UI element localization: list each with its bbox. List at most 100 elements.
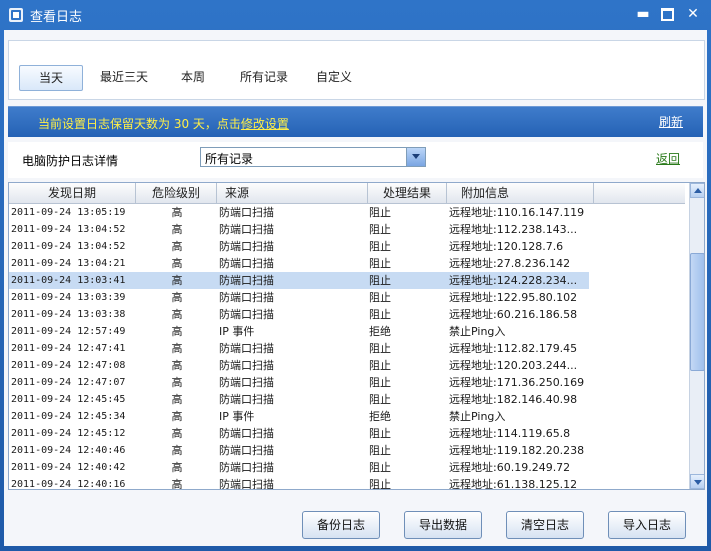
table-row[interactable]: 2011-09-24 12:40:46 高 防端口扫描 阻止 远程地址:119.182.… <box>9 442 589 459</box>
cell-date: 2011-09-24 13:03:38 <box>11 309 126 320</box>
maximize-button[interactable] <box>658 5 676 23</box>
cell-result: 阻止 <box>369 393 391 406</box>
cell-source: IP 事件 <box>219 325 255 338</box>
cell-level: 高 <box>171 257 183 270</box>
cell-date: 2011-09-24 12:45:12 <box>11 428 126 439</box>
cell-level: 高 <box>171 478 183 490</box>
table-row[interactable]: 2011-09-24 13:03:39 高 防端口扫描 阻止 远程地址:122.95.8… <box>9 289 589 306</box>
cell-info: 远程地址:112.82.179.45 <box>449 342 578 355</box>
cell-result: 阻止 <box>369 291 391 304</box>
cell-level: 高 <box>171 223 183 236</box>
table-row[interactable]: 2011-09-24 12:47:08 高 防端口扫描 阻止 远程地址:120.203.… <box>9 357 589 374</box>
cell-source: 防端口扫描 <box>219 376 274 389</box>
cell-date: 2011-09-24 12:47:41 <box>11 343 126 354</box>
cell-result: 阻止 <box>369 444 391 457</box>
table-row[interactable]: 2011-09-24 13:04:52 高 防端口扫描 阻止 远程地址:120.128.… <box>9 238 589 255</box>
tab-this-week[interactable]: 本周 <box>169 65 217 89</box>
modify-settings-link[interactable]: 修改设置 <box>241 117 289 131</box>
clear-log-button[interactable]: 清空日志 <box>506 511 584 539</box>
cell-level: 高 <box>171 308 183 321</box>
table-row[interactable]: 2011-09-24 12:45:12 高 防端口扫描 阻止 远程地址:114.119.… <box>9 425 589 442</box>
cell-date: 2011-09-24 12:40:46 <box>11 445 126 456</box>
refresh-link[interactable]: 刷新 <box>659 113 683 130</box>
column-header-info[interactable]: 附加信息 <box>447 183 594 203</box>
column-header-date[interactable]: 发现日期 <box>9 183 136 203</box>
cell-source: 防端口扫描 <box>219 342 274 355</box>
column-header-info-label: 附加信息 <box>461 186 510 200</box>
cell-level: 高 <box>171 325 183 338</box>
log-table: 发现日期 危险级别 来源 处理结果 附加信息 2011-09-24 13:05:… <box>8 182 705 490</box>
tab-all-records[interactable]: 所有记录 <box>233 65 295 89</box>
tab-custom[interactable]: 自定义 <box>309 65 359 89</box>
cell-source: 防端口扫描 <box>219 206 274 219</box>
cell-date: 2011-09-24 12:47:07 <box>11 377 126 388</box>
cell-level: 高 <box>171 393 183 406</box>
cell-date: 2011-09-24 13:05:19 <box>11 207 126 218</box>
cell-date: 2011-09-24 13:04:52 <box>11 224 126 235</box>
cell-date: 2011-09-24 12:47:08 <box>11 360 126 371</box>
cell-result: 阻止 <box>369 223 391 236</box>
import-log-button[interactable]: 导入日志 <box>608 511 686 539</box>
cell-level: 高 <box>171 444 183 457</box>
cell-info: 远程地址:61.138.125.12 <box>449 478 578 490</box>
cell-info: 远程地址:122.95.80.102 <box>449 291 578 304</box>
cell-info: 远程地址:27.8.236.142 <box>449 257 571 270</box>
cell-level: 高 <box>171 240 183 253</box>
back-link[interactable]: 返回 <box>656 150 680 167</box>
cell-level: 高 <box>171 410 183 423</box>
column-header-result[interactable]: 处理结果 <box>368 183 447 203</box>
table-row[interactable]: 2011-09-24 13:04:21 高 防端口扫描 阻止 远程地址:27.8.236… <box>9 255 589 272</box>
cell-info: 远程地址:60.19.249.72 <box>449 461 571 474</box>
table-row[interactable]: 2011-09-24 13:03:38 高 防端口扫描 阻止 远程地址:60.216.1… <box>9 306 589 323</box>
tab-last-three-days[interactable]: 最近三天 <box>93 65 155 89</box>
date-range-tabs: 当天 最近三天 本周 所有记录 自定义 <box>8 40 705 100</box>
cell-source: 防端口扫描 <box>219 393 274 406</box>
shield-icon <box>9 8 23 22</box>
export-data-button[interactable]: 导出数据 <box>404 511 482 539</box>
table-row[interactable]: 2011-09-24 12:57:49 高 IP 事件 拒绝 禁止Ping入 <box>9 323 589 340</box>
backup-log-button[interactable]: 备份日志 <box>302 511 380 539</box>
column-header-source[interactable]: 来源 <box>217 183 368 203</box>
table-row[interactable]: 2011-09-24 13:03:41 高 防端口扫描 阻止 远程地址:124.228.… <box>9 272 589 289</box>
cell-level: 高 <box>171 427 183 440</box>
cell-result: 阻止 <box>369 240 391 253</box>
table-row[interactable]: 2011-09-24 12:40:16 高 防端口扫描 阻止 远程地址:61.138.1… <box>9 476 589 490</box>
filter-row: 电脑防护日志详情 所有记录 返回 <box>8 142 703 178</box>
column-header-level[interactable]: 危险级别 <box>136 183 217 203</box>
cell-result: 阻止 <box>369 274 391 287</box>
minimize-button[interactable]: ▬ <box>634 5 652 23</box>
record-filter-select[interactable]: 所有记录 <box>200 147 426 167</box>
cell-date: 2011-09-24 12:40:42 <box>11 462 126 473</box>
chevron-down-icon[interactable] <box>406 148 425 166</box>
table-row[interactable]: 2011-09-24 13:05:19 高 防端口扫描 阻止 远程地址:110.16.1… <box>9 204 589 221</box>
cell-date: 2011-09-24 13:04:21 <box>11 258 126 269</box>
close-button[interactable]: ✕ <box>684 5 702 23</box>
cell-date: 2011-09-24 12:57:49 <box>11 326 126 337</box>
cell-info: 禁止Ping入 <box>449 410 506 423</box>
cell-date: 2011-09-24 13:03:41 <box>11 275 126 286</box>
table-row[interactable]: 2011-09-24 13:04:52 高 防端口扫描 阻止 远程地址:112.238.… <box>9 221 589 238</box>
cell-info: 远程地址:124.228.234... <box>449 274 578 287</box>
table-row[interactable]: 2011-09-24 12:45:45 高 防端口扫描 阻止 远程地址:182.146.… <box>9 391 589 408</box>
tab-today[interactable]: 当天 <box>19 65 83 91</box>
cell-level: 高 <box>171 291 183 304</box>
table-row[interactable]: 2011-09-24 12:47:41 高 防端口扫描 阻止 远程地址:112.82.1… <box>9 340 589 357</box>
cell-date: 2011-09-24 13:04:52 <box>11 241 126 252</box>
close-icon: ✕ <box>687 6 699 22</box>
scroll-up-button[interactable] <box>690 183 704 198</box>
minimize-icon: ▬ <box>636 6 650 22</box>
table-row[interactable]: 2011-09-24 12:40:42 高 防端口扫描 阻止 远程地址:60.19.24… <box>9 459 589 476</box>
scroll-thumb[interactable] <box>690 253 704 372</box>
table-row[interactable]: 2011-09-24 12:47:07 高 防端口扫描 阻止 远程地址:171.36.2… <box>9 374 589 391</box>
table-row[interactable]: 2011-09-24 12:45:34 高 IP 事件 拒绝 禁止Ping入 <box>9 408 589 425</box>
cell-result: 阻止 <box>369 359 391 372</box>
cell-source: 防端口扫描 <box>219 427 274 440</box>
cell-source: 防端口扫描 <box>219 274 274 287</box>
scroll-down-button[interactable] <box>690 474 704 489</box>
vertical-scrollbar[interactable] <box>689 183 704 489</box>
cell-source: 防端口扫描 <box>219 257 274 270</box>
retention-banner: 当前设置日志保留天数为 30 天，点击修改设置 刷新 <box>8 106 703 137</box>
cell-level: 高 <box>171 342 183 355</box>
cell-result: 阻止 <box>369 308 391 321</box>
cell-date: 2011-09-24 13:03:39 <box>11 292 126 303</box>
